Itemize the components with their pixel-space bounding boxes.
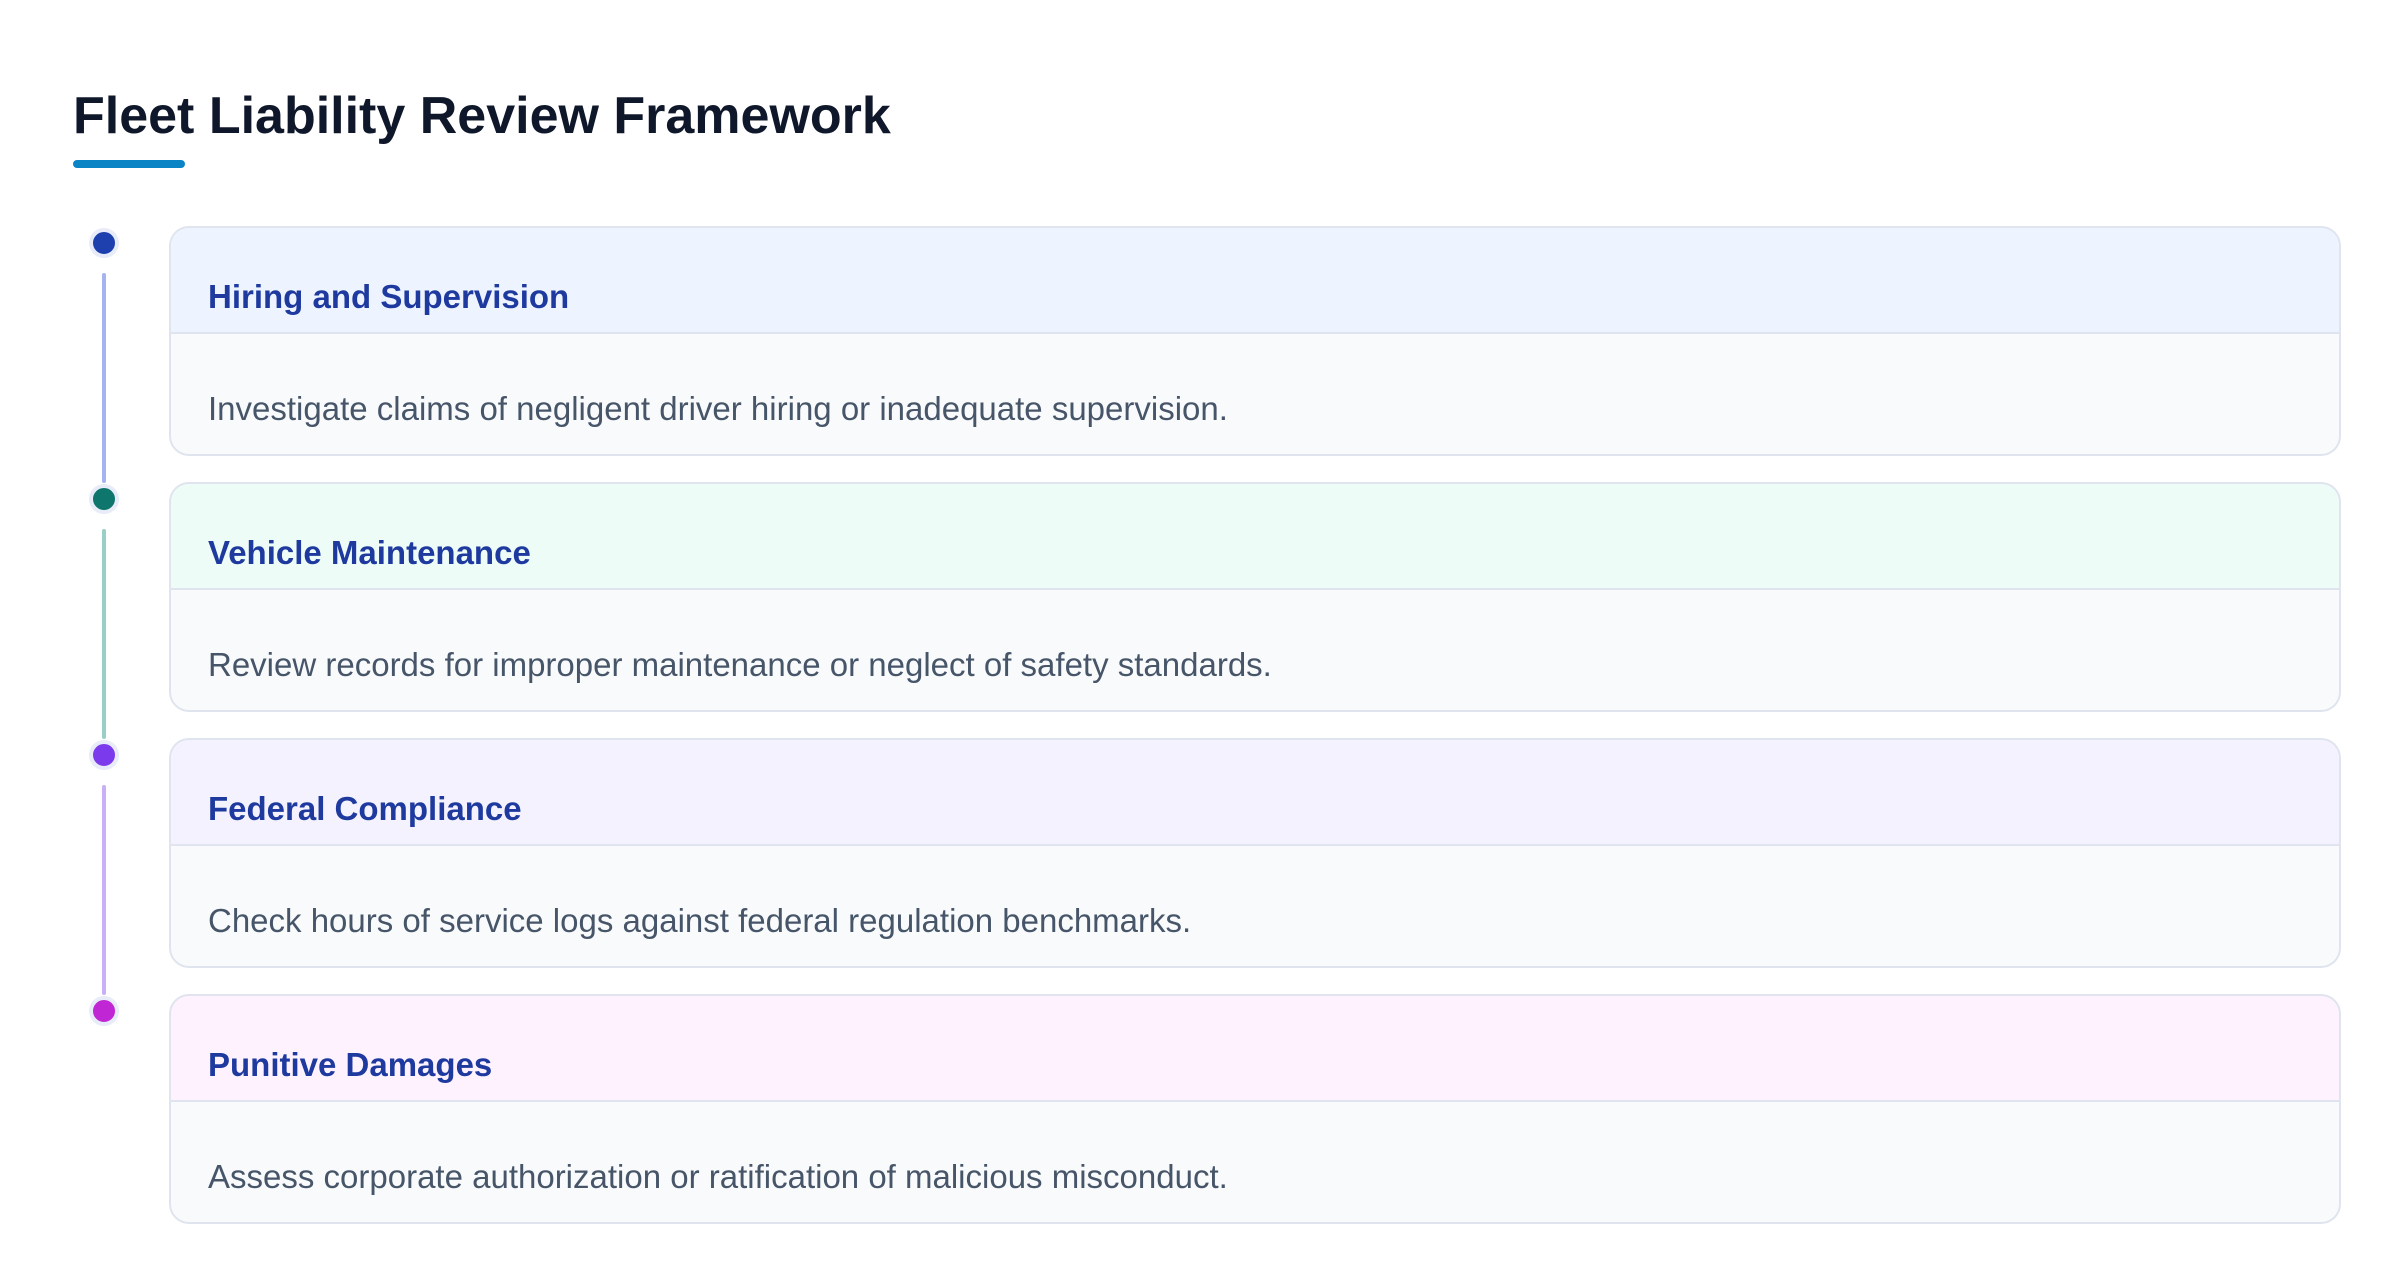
timeline-connector	[102, 529, 106, 739]
timeline-dot	[89, 228, 119, 258]
step-card-body: Check hours of service logs against fede…	[171, 846, 2339, 966]
step-card-body: Assess corporate authorization or ratifi…	[171, 1102, 2339, 1222]
step-card-body: Review records for improper maintenance …	[171, 590, 2339, 710]
step-description: Investigate claims of negligent driver h…	[208, 390, 1228, 427]
step-card-header: Federal Compliance	[171, 740, 2339, 846]
step-card-vehicle-maintenance: Vehicle Maintenance Review records for im…	[169, 482, 2341, 712]
step-description: Review records for improper maintenance …	[208, 646, 1272, 683]
step-card-hiring-and-supervision: Hiring and Supervision Investigate claims…	[169, 226, 2341, 456]
step-card-header: Punitive Damages	[171, 996, 2339, 1102]
step-card-punitive-damages: Punitive Damages Assess corporate authori…	[169, 994, 2341, 1224]
step-card-federal-compliance: Federal Compliance Check hours of service…	[169, 738, 2341, 968]
step-card-header: Vehicle Maintenance	[171, 484, 2339, 590]
timeline-connector	[102, 785, 106, 995]
page-title: Fleet Liability Review Framework	[73, 87, 891, 145]
timeline-dot	[89, 740, 119, 770]
step-description: Assess corporate authorization or ratifi…	[208, 1158, 1228, 1195]
step-title: Vehicle Maintenance	[208, 534, 531, 571]
timeline-connector	[102, 273, 106, 483]
step-card-header: Hiring and Supervision	[171, 228, 2339, 334]
title-underline	[73, 160, 185, 168]
timeline-dot	[89, 996, 119, 1026]
step-description: Check hours of service logs against fede…	[208, 902, 1192, 939]
timeline-dot	[89, 484, 119, 514]
step-title: Federal Compliance	[208, 790, 522, 827]
step-title: Hiring and Supervision	[208, 278, 570, 315]
step-card-body: Investigate claims of negligent driver h…	[171, 334, 2339, 454]
step-title: Punitive Damages	[208, 1046, 493, 1083]
